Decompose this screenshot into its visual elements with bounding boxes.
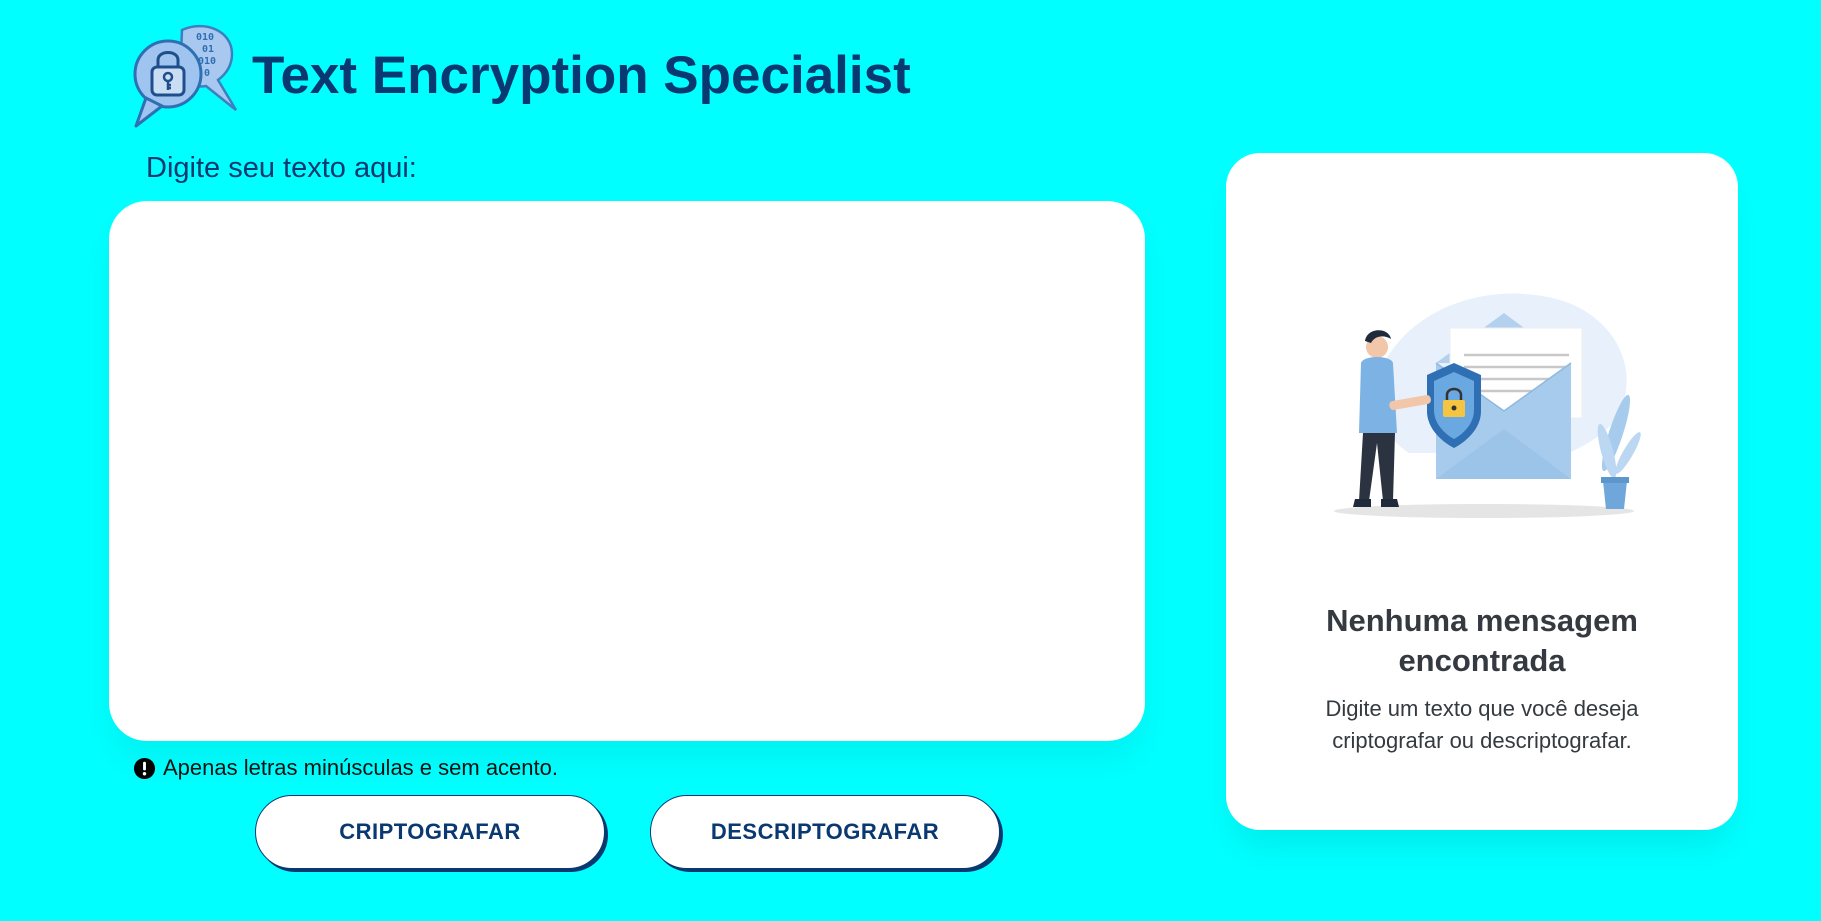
exclamation-circle-icon [133,757,156,779]
svg-text:010: 010 [196,32,214,43]
text-input[interactable] [109,201,1145,741]
hint-text: Apenas letras minúsculas e sem acento. [163,755,558,780]
header: 010 01 010 0 Text Encryption Specialist [132,22,911,128]
decrypt-button[interactable]: DESCRIPTOGRAFAR [650,795,1000,869]
empty-state-title: Nenhuma mensagem encontrada [1326,603,1638,678]
app-title: Text Encryption Specialist [252,45,911,105]
chat-lock-binary-icon: 010 01 010 0 [133,24,238,128]
page: 010 01 010 0 Text Encryption Specialist … [0,0,1821,921]
input-label: Digite seu texto aqui: [146,152,417,184]
hint: Apenas letras minúsculas e sem acento. [133,755,558,781]
man-shield-envelope-illustration [1334,293,1641,518]
encrypt-button[interactable]: CRIPTOGRAFAR [255,795,605,869]
empty-state-description: Digite um texto que você deseja criptogr… [1325,696,1639,753]
svg-text:0: 0 [204,68,210,79]
svg-text:01: 01 [202,44,214,55]
output-card: Nenhuma mensagem encontrada Digite um te… [1226,153,1738,830]
